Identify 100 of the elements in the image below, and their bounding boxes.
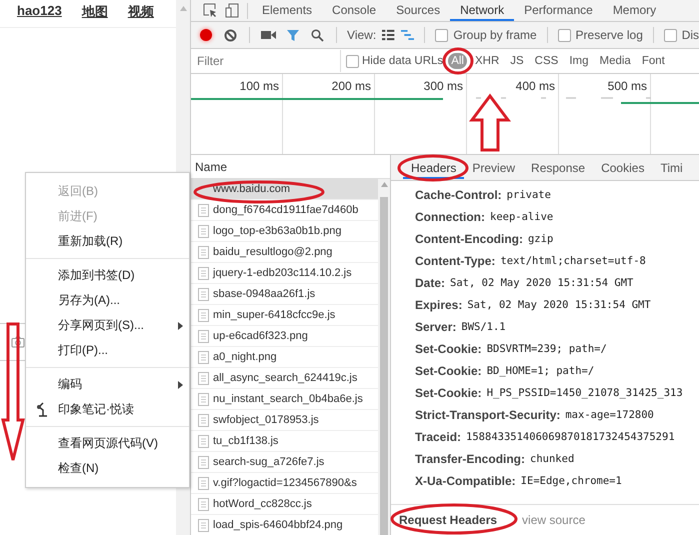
detail-tab[interactable]: Cookies: [593, 156, 652, 178]
clear-icon[interactable]: [224, 28, 237, 42]
file-icon: [198, 204, 209, 216]
detail-tab[interactable]: Headers: [403, 156, 464, 178]
header-name: Content-Encoding:: [415, 232, 523, 246]
view-source-link[interactable]: view source: [522, 513, 586, 527]
menu-item[interactable]: 查看网页源代码(V): [26, 431, 189, 456]
checkbox-label: Dis: [682, 28, 699, 42]
menu-item[interactable]: 检查(N): [26, 456, 189, 481]
header-value: 158843351406069870181732454375291: [466, 431, 675, 443]
checkbox[interactable]: [558, 28, 571, 42]
type-filter[interactable]: Img: [566, 53, 592, 69]
panel-tab[interactable]: Network: [450, 0, 514, 21]
header-name: Cache-Control:: [415, 188, 502, 202]
detail-tab[interactable]: Timi: [652, 156, 691, 178]
header-value: BWS/1.1: [461, 321, 506, 333]
request-row[interactable]: hotWord_cc828cc.js: [191, 494, 378, 515]
menu-item[interactable]: 印象笔记·悦读: [26, 397, 189, 422]
menu-item[interactable]: 另存为(A)...: [26, 288, 189, 313]
type-filter[interactable]: XHR: [472, 53, 502, 69]
request-row[interactable]: min_super-6418cfcc9e.js: [191, 305, 378, 326]
header-value: gzip: [528, 233, 554, 245]
detail-tab[interactable]: Preview: [464, 156, 524, 178]
header-value: text/html;charset=utf-8: [500, 255, 646, 267]
request-row[interactable]: all_async_search_624419c.js: [191, 368, 378, 389]
file-icon: [198, 246, 209, 258]
request-row[interactable]: a0_night.png: [191, 347, 378, 368]
file-icon: [198, 456, 209, 468]
file-icon: [198, 330, 209, 342]
header-name: Set-Cookie:: [415, 364, 482, 378]
panel-tab[interactable]: Elements: [252, 0, 322, 21]
menu-item[interactable]: 打印(P)...: [26, 338, 189, 363]
request-row[interactable]: tu_cb1f138.js: [191, 431, 378, 452]
header-value: H_PS_PSSID=1450_21078_31425_313: [486, 387, 683, 399]
checkbox[interactable]: [346, 54, 359, 68]
header-name: Date:: [415, 276, 446, 290]
file-icon: [198, 476, 209, 490]
record-button[interactable]: [200, 29, 212, 41]
panel-tab[interactable]: Performance: [514, 0, 603, 21]
request-row[interactable]: up-e6cad6f323.png: [191, 326, 378, 347]
file-icon: [198, 224, 209, 238]
time-tick-label: 500 ms: [608, 79, 647, 93]
type-filter[interactable]: Font: [638, 53, 668, 69]
request-row[interactable]: baidu_resultlogo@2.png: [191, 242, 378, 263]
section-title[interactable]: Request Headers: [399, 513, 498, 527]
nav-link[interactable]: 视频: [128, 3, 154, 27]
header-name: Server:: [415, 320, 456, 334]
inspect-icon[interactable]: [202, 3, 218, 18]
panel-tab[interactable]: Sources: [386, 0, 450, 21]
checkbox[interactable]: [664, 28, 677, 42]
header-value: BDSVRTM=239; path=/: [486, 343, 607, 355]
header-name: Strict-Transport-Security:: [415, 408, 560, 422]
filter-icon[interactable]: [286, 28, 300, 42]
request-row[interactable]: v.gif?logactid=1234567890&s: [191, 473, 378, 494]
camera-icon[interactable]: [11, 336, 25, 348]
list-view-icon[interactable]: [382, 29, 395, 41]
nav-link[interactable]: hao123: [17, 3, 62, 27]
request-row[interactable]: swfobject_0178953.js: [191, 410, 378, 431]
file-icon: [198, 518, 209, 532]
header-name: Set-Cookie:: [415, 386, 482, 400]
header-value: max-age=172800: [565, 409, 654, 421]
time-tick-label: 100 ms: [240, 79, 279, 93]
file-icon: [198, 372, 209, 384]
type-filter[interactable]: Media: [596, 53, 634, 69]
menu-item[interactable]: 重新加载(R): [26, 229, 189, 254]
menu-item[interactable]: 分享网页到(S)...: [26, 313, 189, 338]
request-row[interactable]: sbase-0948aa26f1.js: [191, 284, 378, 305]
request-row[interactable]: search-sug_a726fe7.js: [191, 452, 378, 473]
scrollbar[interactable]: [378, 179, 390, 535]
video-camera-icon[interactable]: [261, 30, 278, 40]
header-name: X-Ua-Compatible:: [415, 474, 516, 488]
desk-lamp-icon: [36, 402, 49, 417]
checkbox-label: Group by frame: [453, 28, 537, 42]
header-name: Expires:: [415, 298, 462, 312]
request-row[interactable]: jquery-1-edb203c114.10.2.js: [191, 263, 378, 284]
header-name: Traceid:: [415, 430, 462, 444]
request-row[interactable]: dong_f6764cd1911fae7d460b: [191, 200, 378, 221]
file-icon: [198, 350, 209, 364]
header-value: BD_HOME=1; path=/: [486, 365, 594, 377]
device-icon[interactable]: [225, 3, 239, 18]
checkbox[interactable]: [435, 28, 448, 42]
detail-tab[interactable]: Response: [523, 156, 594, 178]
nav-link[interactable]: 地图: [82, 3, 108, 27]
panel-tab[interactable]: Memory: [602, 0, 666, 21]
panel-tab[interactable]: Console: [322, 0, 386, 21]
scroll-up-arrow-icon[interactable]: [380, 182, 388, 187]
header-name: Content-Type:: [415, 254, 496, 268]
type-filter[interactable]: CSS: [532, 53, 562, 69]
request-row[interactable]: logo_top-e3b63a0b1b.png: [191, 221, 378, 242]
time-tick-label: 400 ms: [516, 79, 555, 93]
type-filter[interactable]: JS: [507, 53, 527, 69]
menu-item[interactable]: 添加到书签(D): [26, 263, 189, 288]
search-icon[interactable]: [310, 28, 324, 42]
time-tick-label: 200 ms: [332, 79, 371, 93]
scroll-up-arrow-icon[interactable]: [180, 6, 186, 11]
request-row[interactable]: nu_instant_search_0b4ba6e.js: [191, 389, 378, 410]
header-value: Sat, 02 May 2020 15:31:54 GMT: [467, 299, 651, 311]
waterfall-view-icon[interactable]: [400, 29, 414, 41]
menu-item[interactable]: 编码: [26, 372, 189, 397]
checkbox-label: Preserve log: [576, 28, 643, 42]
